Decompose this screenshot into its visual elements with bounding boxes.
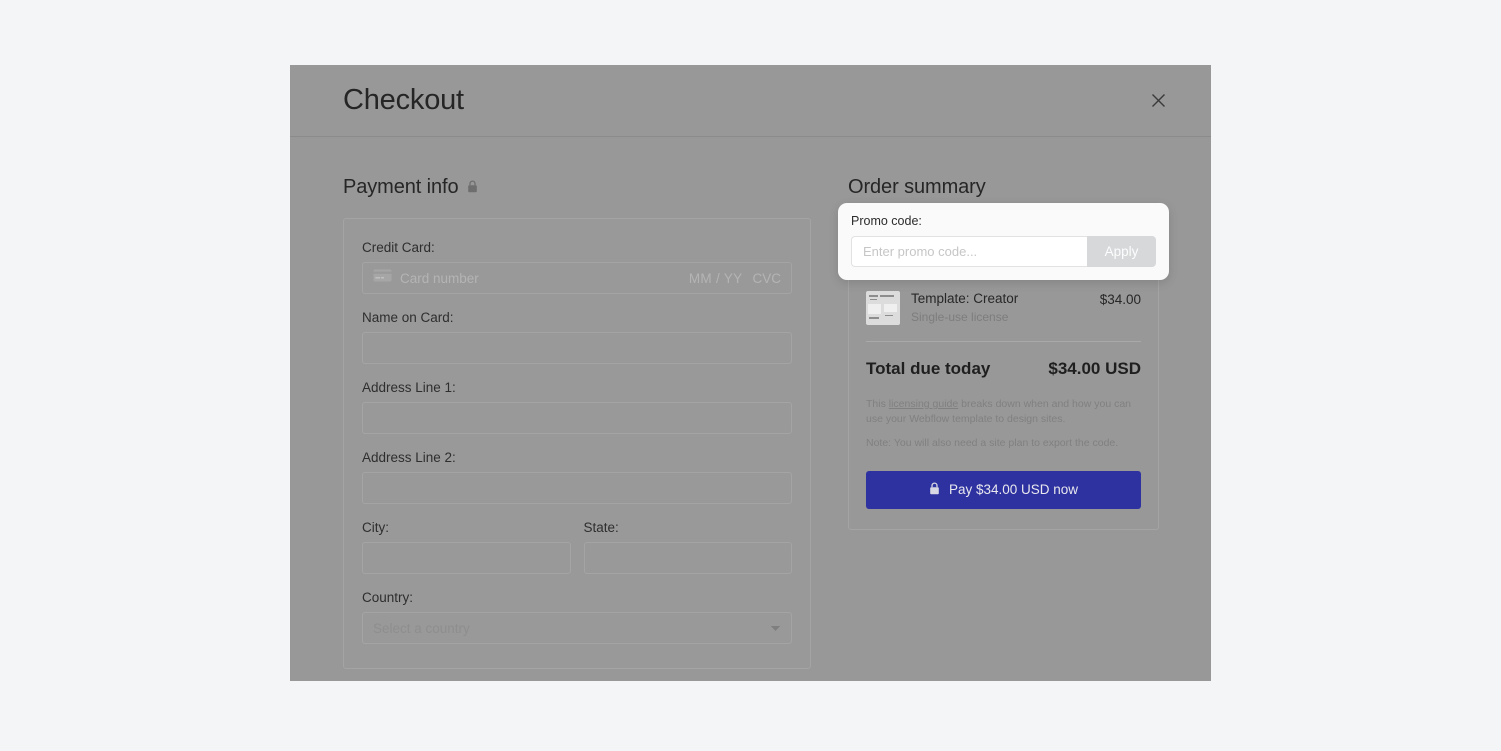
promo-code-row: Apply <box>851 236 1156 267</box>
credit-card-label: Credit Card: <box>362 240 435 255</box>
order-line-item-price: $34.00 <box>1099 292 1141 307</box>
state-label: State: <box>583 520 619 535</box>
total-row: Total due today $34.00 USD <box>866 342 1141 397</box>
card-number-input[interactable]: Card number <box>400 271 681 286</box>
order-summary-heading: Order summary <box>848 176 1159 199</box>
city-field: City: <box>362 520 571 574</box>
apply-promo-button[interactable]: Apply <box>1087 236 1156 267</box>
address-line-2-label: Address Line 2: <box>362 450 456 465</box>
order-line-item-text: Template: Creator Single-use license <box>911 291 1089 324</box>
pay-button[interactable]: Pay $34.00 USD now <box>866 470 1141 509</box>
close-icon <box>1151 93 1166 108</box>
country-select-value: Select a country <box>373 620 470 636</box>
name-on-card-label: Name on Card: <box>362 310 454 325</box>
page-root: Checkout Payment info Credit Card: Card … <box>0 0 1501 751</box>
total-value: $34.00 USD <box>1048 359 1141 378</box>
address-line-2-input[interactable] <box>362 472 792 504</box>
lock-icon <box>467 176 478 199</box>
modal-header: Checkout <box>290 65 1211 137</box>
address-line-1-input[interactable] <box>362 402 792 434</box>
licensing-note-before: This <box>866 398 889 410</box>
credit-card-icon <box>373 269 392 287</box>
country-field: Country: Select a country <box>362 590 792 644</box>
card-expiry-input[interactable]: MM / YY <box>689 271 743 286</box>
close-button[interactable] <box>1145 87 1171 113</box>
payment-form-card: Credit Card: Card number MM / YY CVC Nam… <box>343 218 811 669</box>
order-line-item: Template: Creator Single-use license $34… <box>866 291 1141 341</box>
payment-info-heading: Payment info <box>343 176 811 199</box>
lock-icon <box>929 482 940 498</box>
order-summary-label: Order summary <box>848 176 986 198</box>
checkout-modal: Checkout Payment info Credit Card: Card … <box>290 65 1211 681</box>
site-plan-note: Note: You will also need a site plan to … <box>866 437 1119 450</box>
city-state-row: City: State: <box>362 520 792 574</box>
address-line-1-label: Address Line 1: <box>362 380 456 395</box>
address-line-2-field: Address Line 2: <box>362 450 792 504</box>
promo-code-input[interactable] <box>851 236 1087 267</box>
payment-info-column: Payment info Credit Card: Card number MM… <box>343 176 811 669</box>
order-line-item-sublabel: Single-use license <box>911 309 1009 324</box>
promo-code-popup: Promo code: Apply <box>838 203 1169 280</box>
country-select[interactable]: Select a country <box>362 612 792 644</box>
pay-button-label: Pay $34.00 USD now <box>948 482 1079 498</box>
name-on-card-input[interactable] <box>362 332 792 364</box>
credit-card-field: Credit Card: Card number MM / YY CVC <box>362 240 792 294</box>
template-thumbnail <box>866 291 900 325</box>
address-line-1-field: Address Line 1: <box>362 380 792 434</box>
licensing-guide-link[interactable]: licensing guide <box>889 398 958 410</box>
order-line-item-name: Template: Creator <box>911 291 1019 306</box>
payment-info-label: Payment info <box>343 176 459 198</box>
state-field: State: <box>583 520 792 574</box>
city-label: City: <box>362 520 389 535</box>
card-cvc-input[interactable]: CVC <box>752 271 781 286</box>
promo-code-label: Promo code: <box>851 214 922 228</box>
country-label: Country: <box>362 590 414 605</box>
city-input[interactable] <box>362 542 571 574</box>
total-label: Total due today <box>866 359 991 378</box>
state-input[interactable] <box>583 542 792 574</box>
licensing-note: This licensing guide breaks down when an… <box>866 397 1141 427</box>
credit-card-input-row[interactable]: Card number MM / YY CVC <box>362 262 792 294</box>
name-on-card-field: Name on Card: <box>362 310 792 364</box>
chevron-down-icon <box>770 619 781 637</box>
page-title: Checkout <box>343 84 464 116</box>
